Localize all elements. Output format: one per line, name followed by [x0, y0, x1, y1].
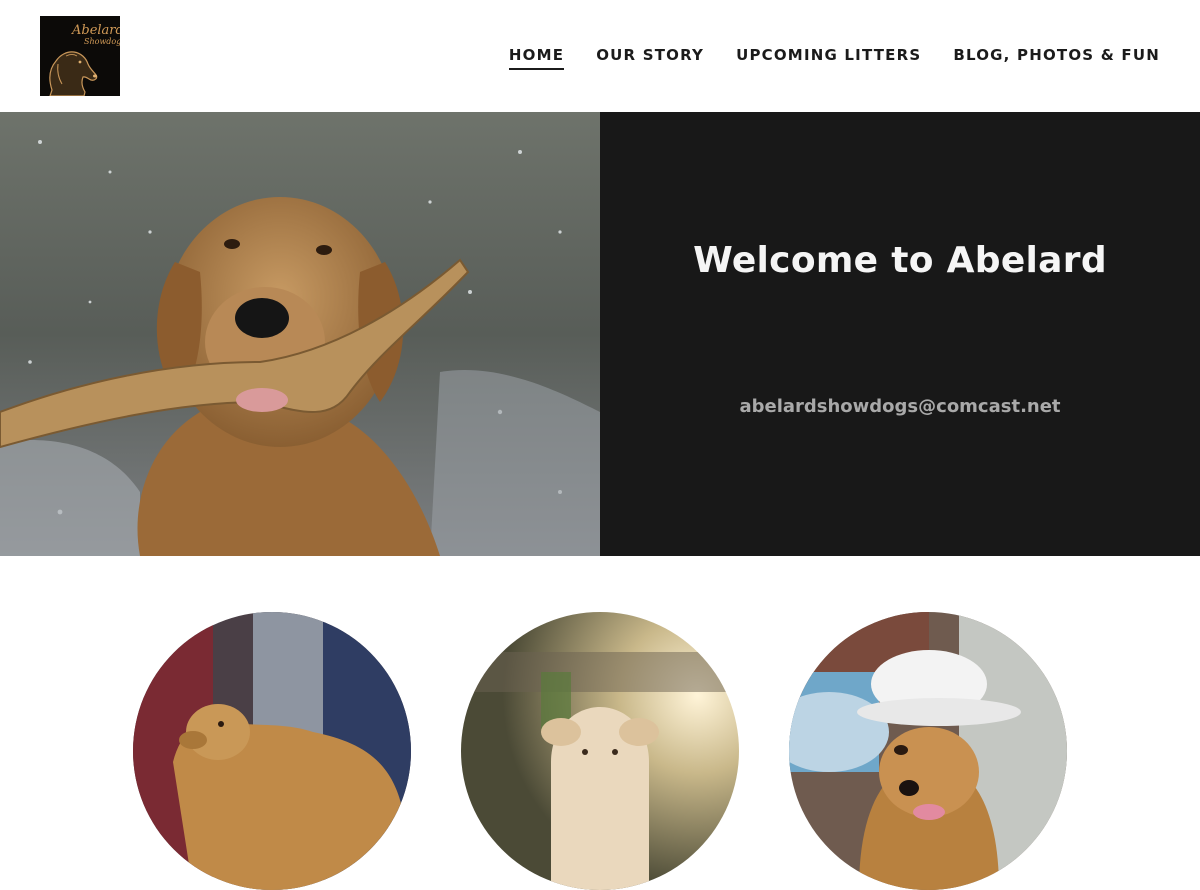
nav-home[interactable]: HOME	[508, 46, 565, 70]
logo-subtitle-text: Showdogs	[84, 37, 120, 46]
golden-retriever-head-icon: Abelard Showdogs	[40, 16, 120, 96]
site-logo[interactable]: Abelard Showdogs	[40, 16, 120, 96]
nav-upcoming-litters[interactable]: UPCOMING LITTERS	[736, 46, 921, 70]
feature-photo-dog-in-hat[interactable]	[789, 612, 1067, 890]
hero-photo-dog-with-stick	[0, 112, 600, 556]
feature-photo-puppy[interactable]	[461, 612, 739, 890]
main-nav: HOME OUR STORY UPCOMING LITTERS BLOG, PH…	[508, 46, 1160, 70]
hero-email-link[interactable]: abelardshowdogs@comcast.net	[600, 396, 1200, 417]
hero-section: Welcome to Abelard abelardshowdogs@comca…	[0, 112, 1200, 556]
logo-title-text: Abelard	[71, 23, 120, 38]
nav-blog-photos-fun[interactable]: BLOG, PHOTOS & FUN	[953, 46, 1160, 70]
nav-our-story[interactable]: OUR STORY	[596, 46, 704, 70]
hero-text-panel: Welcome to Abelard abelardshowdogs@comca…	[600, 112, 1200, 556]
site-header: Abelard Showdogs HOME OUR STORY UPCOMING…	[0, 0, 1200, 112]
feature-photo-show-dog[interactable]	[133, 612, 411, 890]
hero-title: Welcome to Abelard	[693, 240, 1107, 281]
feature-section	[0, 556, 1200, 890]
